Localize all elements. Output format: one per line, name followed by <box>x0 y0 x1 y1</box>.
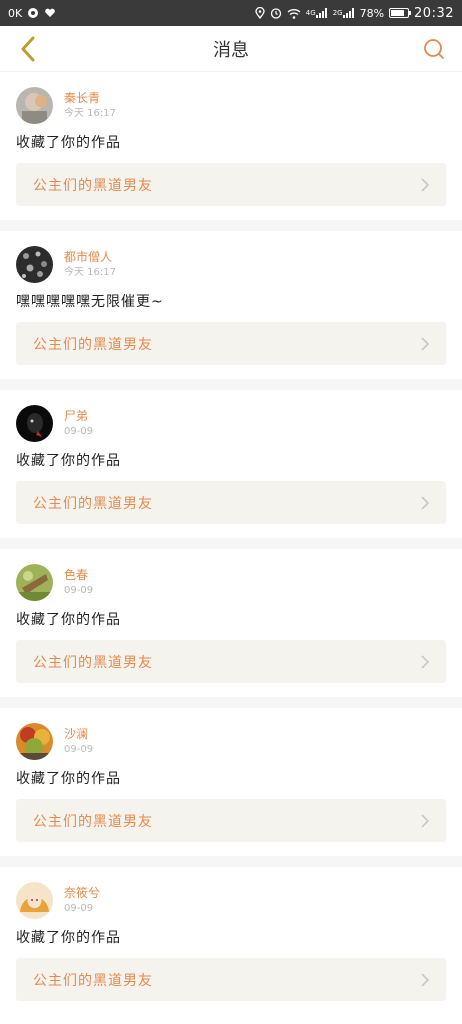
battery-icon <box>389 8 412 18</box>
alarm-icon <box>270 7 282 19</box>
work-link[interactable]: 公主们的黑道男友 <box>16 958 446 1001</box>
work-title: 公主们的黑道男友 <box>33 972 153 989</box>
status-left: 0K <box>8 7 56 19</box>
message-text: 收藏了你的作品 <box>16 771 121 787</box>
wifi-icon <box>287 8 301 19</box>
message-text: 嘿嘿嘿嘿嘿无限催更~ <box>16 294 164 310</box>
search-button[interactable] <box>418 33 450 65</box>
user-meta: 尸弟 09-09 <box>64 408 93 439</box>
message-text: 收藏了你的作品 <box>16 612 121 628</box>
username[interactable]: 都市僧人 <box>64 249 116 265</box>
user-meta: 奈筱兮 09-09 <box>64 885 100 916</box>
avatar[interactable] <box>16 722 53 760</box>
username[interactable]: 奈筱兮 <box>64 885 100 901</box>
user-meta: 都市僧人 今天 16:17 <box>64 249 116 280</box>
username[interactable]: 秦长青 <box>64 90 116 106</box>
status-right: 4G 2G 78% 20:32 <box>255 6 454 21</box>
message-card: 沙澜 09-09 收藏了你的作品 公主们的黑道男友 <box>0 708 462 856</box>
battery-percent: 78% <box>359 6 385 20</box>
work-title: 公主们的黑道男友 <box>33 495 153 512</box>
message-time: 09-09 <box>64 584 94 596</box>
avatar[interactable] <box>16 86 53 124</box>
message-text: 收藏了你的作品 <box>16 930 121 946</box>
chevron-right-icon <box>421 813 430 828</box>
message-list: 秦长青 今天 16:17 收藏了你的作品 公主们的黑道男友 都市僧人 今天 16… <box>0 72 462 1015</box>
username[interactable]: 沙澜 <box>64 726 93 742</box>
network-label-2g: 2G <box>332 8 343 17</box>
work-link[interactable]: 公主们的黑道男友 <box>16 481 446 524</box>
chevron-right-icon <box>421 654 430 669</box>
message-header: 沙澜 09-09 <box>16 722 446 760</box>
username[interactable]: 色春 <box>64 567 93 583</box>
message-header: 秦长青 今天 16:17 <box>16 86 446 124</box>
message-header: 都市僧人 今天 16:17 <box>16 245 446 283</box>
header: 消息 <box>0 26 462 72</box>
work-link[interactable]: 公主们的黑道男友 <box>16 799 446 842</box>
message-card: 奈筱兮 09-09 收藏了你的作品 公主们的黑道男友 <box>0 867 462 1015</box>
user-meta: 秦长青 今天 16:17 <box>64 90 116 121</box>
chevron-right-icon <box>421 336 430 351</box>
message-header: 奈筱兮 09-09 <box>16 881 446 919</box>
message-time: 09-09 <box>64 743 94 755</box>
search-icon <box>424 38 444 59</box>
work-title: 公主们的黑道男友 <box>33 813 153 830</box>
chevron-right-icon <box>421 972 430 987</box>
message-header: 色春 09-09 <box>16 563 446 601</box>
message-card: 都市僧人 今天 16:17 嘿嘿嘿嘿嘿无限催更~ 公主们的黑道男友 <box>0 231 462 379</box>
chevron-right-icon <box>421 177 430 192</box>
chevron-left-icon <box>21 36 35 61</box>
avatar[interactable] <box>16 563 53 601</box>
status-bar: 0K 4G 2G 78% 20:32 <box>0 0 462 26</box>
message-text: 收藏了你的作品 <box>16 135 121 151</box>
message-header: 尸弟 09-09 <box>16 404 446 442</box>
heart-icon <box>44 7 56 19</box>
username[interactable]: 尸弟 <box>64 408 93 424</box>
work-title: 公主们的黑道男友 <box>33 336 153 353</box>
chevron-right-icon <box>421 495 430 510</box>
work-title: 公主们的黑道男友 <box>33 177 153 194</box>
message-card: 秦长青 今天 16:17 收藏了你的作品 公主们的黑道男友 <box>0 72 462 220</box>
status-time: 20:32 <box>414 5 454 21</box>
message-time: 今天 16:17 <box>64 266 116 278</box>
message-time: 09-09 <box>64 902 94 914</box>
message-time: 今天 16:17 <box>64 107 116 119</box>
location-icon <box>255 7 265 19</box>
avatar[interactable] <box>16 881 53 919</box>
work-link[interactable]: 公主们的黑道男友 <box>16 322 446 365</box>
message-text: 收藏了你的作品 <box>16 453 121 469</box>
user-meta: 沙澜 09-09 <box>64 726 93 757</box>
status-text: 0K <box>8 6 23 20</box>
page-title: 消息 <box>213 39 249 61</box>
back-button[interactable] <box>12 33 44 65</box>
avatar[interactable] <box>16 245 53 283</box>
work-link[interactable]: 公主们的黑道男友 <box>16 640 446 683</box>
user-meta: 色春 09-09 <box>64 567 93 598</box>
work-link[interactable]: 公主们的黑道男友 <box>16 163 446 206</box>
network-label-4g: 4G <box>305 8 316 17</box>
message-card: 色春 09-09 收藏了你的作品 公主们的黑道男友 <box>0 549 462 697</box>
battery-fill <box>391 10 404 16</box>
signal-4g-icon: 4G <box>306 8 328 18</box>
avatar[interactable] <box>16 404 53 442</box>
message-time: 09-09 <box>64 425 94 437</box>
message-card: 尸弟 09-09 收藏了你的作品 公主们的黑道男友 <box>0 390 462 538</box>
signal-2g-icon: 2G <box>333 8 355 18</box>
work-title: 公主们的黑道男友 <box>33 654 153 671</box>
app-notification-icon <box>27 7 39 19</box>
